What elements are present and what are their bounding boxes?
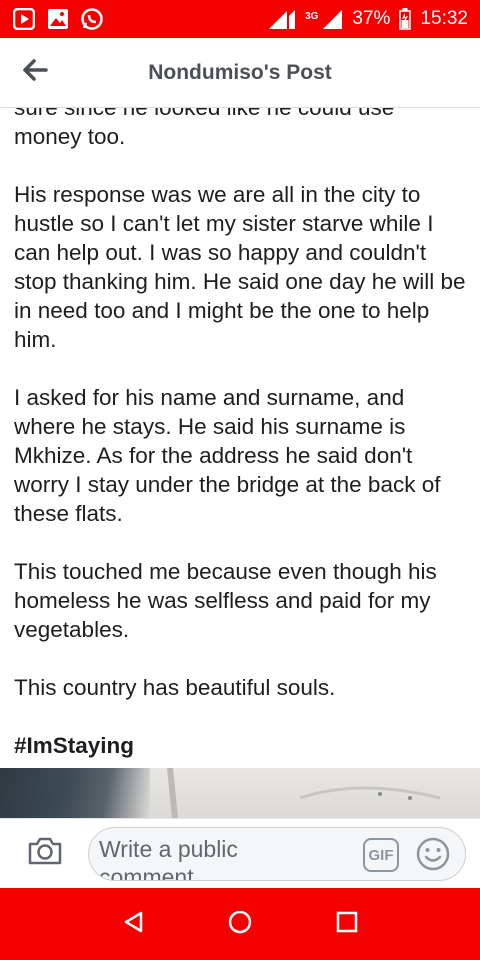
gallery-icon [46,7,70,31]
post-body: sure since he looked like he could use m… [0,108,480,768]
page-title: Nondumiso's Post [148,60,332,84]
post-paragraph: This touched me because even though his … [14,559,437,642]
back-button[interactable] [0,38,70,108]
comment-input[interactable]: Write a public comment GIF [88,827,466,881]
post-paragraph: His response was we are all in the city … [14,182,466,352]
camera-button[interactable] [0,819,90,889]
post-paragraph: I asked for his name and surname, and wh… [14,385,441,526]
whatsapp-icon [80,7,104,31]
recents-square-icon [335,910,359,939]
post-image[interactable] [0,768,480,818]
status-bar: 3G 37% 15:32 [0,0,480,38]
post-paragraph: sure since he looked like he could use m… [14,108,394,149]
back-arrow-icon [22,59,48,86]
clock: 15:32 [420,8,468,29]
comment-bar: Write a public comment GIF [0,818,480,888]
battery-icon [398,7,412,31]
play-store-icon [12,7,36,31]
signal-icon [267,7,297,31]
post-paragraph: This country has beautiful souls. [14,675,336,700]
post-header: Nondumiso's Post [0,38,480,108]
status-system: 3G 37% 15:32 [267,7,468,31]
android-nav-bar [0,888,480,960]
comment-placeholder: Write a public comment [99,836,238,881]
status-notifications [12,7,104,31]
back-triangle-icon [122,910,144,939]
gif-button[interactable]: GIF [363,838,399,872]
post-image-detail [167,768,441,818]
nav-home-button[interactable] [220,904,260,944]
battery-percent: 37% [352,8,391,29]
network-type: 3G [305,11,319,22]
nav-back-button[interactable] [113,904,153,944]
emoji-icon[interactable] [415,836,451,872]
hashtag-link[interactable]: #ImStaying [14,731,468,760]
post-text: sure since he looked like he could use m… [14,108,468,768]
signal-2-icon [322,7,344,31]
camera-icon [27,836,63,871]
home-circle-icon [227,909,253,940]
nav-recents-button[interactable] [327,904,367,944]
